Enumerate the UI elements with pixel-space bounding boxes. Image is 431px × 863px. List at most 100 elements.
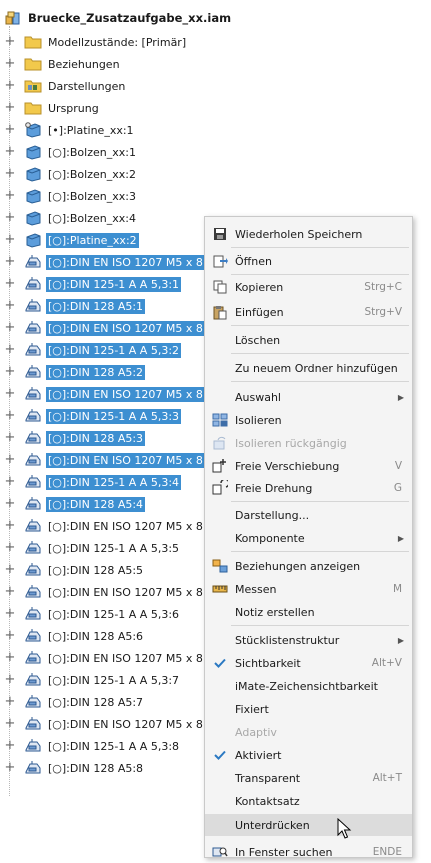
- tree-node[interactable]: + [○]:Bolzen_xx:2: [4, 164, 138, 184]
- expand-plus-icon[interactable]: +: [4, 409, 16, 422]
- tree-node[interactable]: + [○]:DIN EN ISO 1207 M5 x 8:: [4, 252, 209, 272]
- expand-plus-icon[interactable]: +: [4, 651, 16, 664]
- expand-plus-icon[interactable]: +: [4, 123, 16, 136]
- tree-node[interactable]: + [○]:DIN 125-1 A A 5,3:6: [4, 604, 181, 624]
- tree-node[interactable]: + [○]:DIN 125-1 A A 5,3:4: [4, 472, 182, 492]
- menu-item-auswahl[interactable]: Auswahl ▶: [205, 386, 412, 408]
- menu-item-beziehungen-anzeigen[interactable]: Beziehungen anzeigen: [205, 555, 412, 577]
- expand-plus-icon[interactable]: +: [4, 475, 16, 488]
- menu-item-shortcut: ENDE: [372, 846, 402, 858]
- menu-item-isolieren[interactable]: Isolieren: [205, 409, 412, 431]
- tree-node[interactable]: + [○]:DIN 128 A5:3: [4, 428, 146, 448]
- menu-item-in-fenster-suchen[interactable]: In Fenster suchen ENDE: [205, 841, 412, 863]
- tree-node-label: [○]:DIN 128 A5:2: [46, 364, 146, 380]
- menu-item-freie-drehung[interactable]: Freie Drehung G: [205, 477, 412, 499]
- menu-item-kopieren[interactable]: Kopieren Strg+C: [205, 276, 412, 298]
- menu-item-imate-zeichensichtbarkeit[interactable]: iMate-Zeichensichtbarkeit: [205, 675, 412, 697]
- tree-node[interactable]: + [○]:Bolzen_xx:1: [4, 142, 138, 162]
- menu-item-darstellung[interactable]: Darstellung...: [205, 504, 412, 526]
- expand-plus-icon[interactable]: +: [4, 211, 16, 224]
- tree-node[interactable]: + [○]:DIN EN ISO 1207 M5 x 8:: [4, 582, 209, 602]
- expand-plus-icon[interactable]: +: [4, 431, 16, 444]
- expand-plus-icon[interactable]: +: [4, 717, 16, 730]
- menu-item-isolieren-rückgängig[interactable]: Isolieren rückgängig: [205, 432, 412, 454]
- menu-item-messen[interactable]: Messen M: [205, 578, 412, 600]
- tree-node-label: [○]:DIN 125-1 A A 5,3:7: [48, 673, 180, 687]
- tree-node[interactable]: + [○]:DIN 125-1 A A 5,3:1: [4, 274, 182, 294]
- tree-node[interactable]: + Beziehungen: [4, 54, 122, 74]
- menu-item-öffnen[interactable]: Öffnen: [205, 250, 412, 272]
- tree-node[interactable]: + [○]:DIN 125-1 A A 5,3:7: [4, 670, 181, 690]
- menu-item-freie-verschiebung[interactable]: Freie Verschiebung V: [205, 455, 412, 477]
- expand-plus-icon[interactable]: +: [4, 35, 16, 48]
- menu-item-unterdrücken[interactable]: Unterdrücken: [205, 814, 412, 836]
- tree-node[interactable]: + [○]:DIN EN ISO 1207 M5 x 8:: [4, 648, 209, 668]
- tree-node[interactable]: + [○]:DIN 128 A5:8: [4, 758, 145, 778]
- menu-item-zu-neuem-ordner-hinzufügen[interactable]: Zu neuem Ordner hinzufügen: [205, 357, 412, 379]
- menu-item-aktiviert[interactable]: Aktiviert: [205, 744, 412, 766]
- menu-item-adaptiv[interactable]: Adaptiv: [205, 721, 412, 743]
- expand-plus-icon[interactable]: +: [4, 387, 16, 400]
- expand-plus-icon[interactable]: +: [4, 453, 16, 466]
- tree-node[interactable]: + [○]:DIN EN ISO 1207 M5 x 8:: [4, 516, 209, 536]
- expand-plus-icon[interactable]: +: [4, 167, 16, 180]
- expand-plus-icon[interactable]: +: [4, 233, 16, 246]
- menu-item-wiederholen-speichern[interactable]: Wiederholen Speichern: [205, 223, 412, 245]
- expand-plus-icon[interactable]: +: [4, 563, 16, 576]
- expand-plus-icon[interactable]: +: [4, 673, 16, 686]
- tree-node[interactable]: + [○]:DIN 128 A5:7: [4, 692, 145, 712]
- expand-plus-icon[interactable]: +: [4, 695, 16, 708]
- menu-item-transparent[interactable]: Transparent Alt+T: [205, 767, 412, 789]
- tree-node[interactable]: + [○]:DIN 125-1 A A 5,3:2: [4, 340, 182, 360]
- expand-plus-icon[interactable]: +: [4, 101, 16, 114]
- tree-node[interactable]: + [○]:DIN 128 A5:6: [4, 626, 145, 646]
- tree-node[interactable]: + [○]:Bolzen_xx:3: [4, 186, 138, 206]
- tree-node[interactable]: + [○]:DIN 128 A5:1: [4, 296, 146, 316]
- tree-node[interactable]: + [○]:Bolzen_xx:4: [4, 208, 138, 228]
- expand-plus-icon[interactable]: +: [4, 607, 16, 620]
- tree-node[interactable]: + Ursprung: [4, 98, 101, 118]
- menu-item-stücklistenstruktur[interactable]: Stücklistenstruktur ▶: [205, 629, 412, 651]
- menu-icon-placeholder: [209, 329, 231, 351]
- expand-plus-icon[interactable]: +: [4, 365, 16, 378]
- tree-node[interactable]: + [○]:DIN 125-1 A A 5,3:8: [4, 736, 181, 756]
- menu-item-notiz-erstellen[interactable]: Notiz erstellen: [205, 601, 412, 623]
- expand-plus-icon[interactable]: +: [4, 189, 16, 202]
- tree-node[interactable]: + [○]:DIN EN ISO 1207 M5 x 8:: [4, 384, 209, 404]
- assembly-root-node[interactable]: Bruecke_Zusatzaufgabe_xx.iam: [4, 8, 233, 28]
- expand-plus-icon[interactable]: +: [4, 761, 16, 774]
- tree-node[interactable]: + [•]:Platine_xx:1: [4, 120, 136, 140]
- tree-node[interactable]: + [○]:DIN 128 A5:4: [4, 494, 146, 514]
- expand-plus-icon[interactable]: +: [4, 519, 16, 532]
- expand-plus-icon[interactable]: +: [4, 277, 16, 290]
- menu-item-sichtbarkeit[interactable]: Sichtbarkeit Alt+V: [205, 652, 412, 674]
- menu-item-kontaktsatz[interactable]: Kontaktsatz: [205, 790, 412, 812]
- menu-item-einfügen[interactable]: Einfügen Strg+V: [205, 301, 412, 323]
- menu-item-löschen[interactable]: Löschen: [205, 329, 412, 351]
- tree-node[interactable]: + [○]:Platine_xx:2: [4, 230, 139, 250]
- expand-plus-icon[interactable]: +: [4, 79, 16, 92]
- tree-node[interactable]: + [○]:DIN 128 A5:5: [4, 560, 145, 580]
- expand-plus-icon[interactable]: +: [4, 739, 16, 752]
- tree-node[interactable]: + [○]:DIN EN ISO 1207 M5 x 8:: [4, 450, 209, 470]
- expand-plus-icon[interactable]: +: [4, 145, 16, 158]
- tree-node[interactable]: + [○]:DIN 128 A5:2: [4, 362, 146, 382]
- tree-node[interactable]: + Darstellungen: [4, 76, 127, 96]
- expand-plus-icon[interactable]: +: [4, 57, 16, 70]
- expand-plus-icon[interactable]: +: [4, 629, 16, 642]
- tree-node[interactable]: + [○]:DIN EN ISO 1207 M5 x 8:: [4, 714, 209, 734]
- tree-node[interactable]: + Modellzustände: [Primär]: [4, 32, 188, 52]
- expand-plus-icon[interactable]: +: [4, 585, 16, 598]
- menu-item-komponente[interactable]: Komponente ▶: [205, 527, 412, 549]
- tree-node[interactable]: + [○]:DIN 125-1 A A 5,3:5: [4, 538, 181, 558]
- expand-plus-icon[interactable]: +: [4, 255, 16, 268]
- menu-item-fixiert[interactable]: Fixiert: [205, 698, 412, 720]
- tree-node[interactable]: + [○]:DIN 125-1 A A 5,3:3: [4, 406, 182, 426]
- expand-plus-icon[interactable]: +: [4, 541, 16, 554]
- expand-plus-icon[interactable]: +: [4, 343, 16, 356]
- expand-plus-icon[interactable]: +: [4, 299, 16, 312]
- tree-node[interactable]: + [○]:DIN EN ISO 1207 M5 x 8:: [4, 318, 209, 338]
- expand-plus-icon[interactable]: +: [4, 497, 16, 510]
- expand-plus-icon[interactable]: +: [4, 321, 16, 334]
- free-move-icon: [209, 455, 231, 477]
